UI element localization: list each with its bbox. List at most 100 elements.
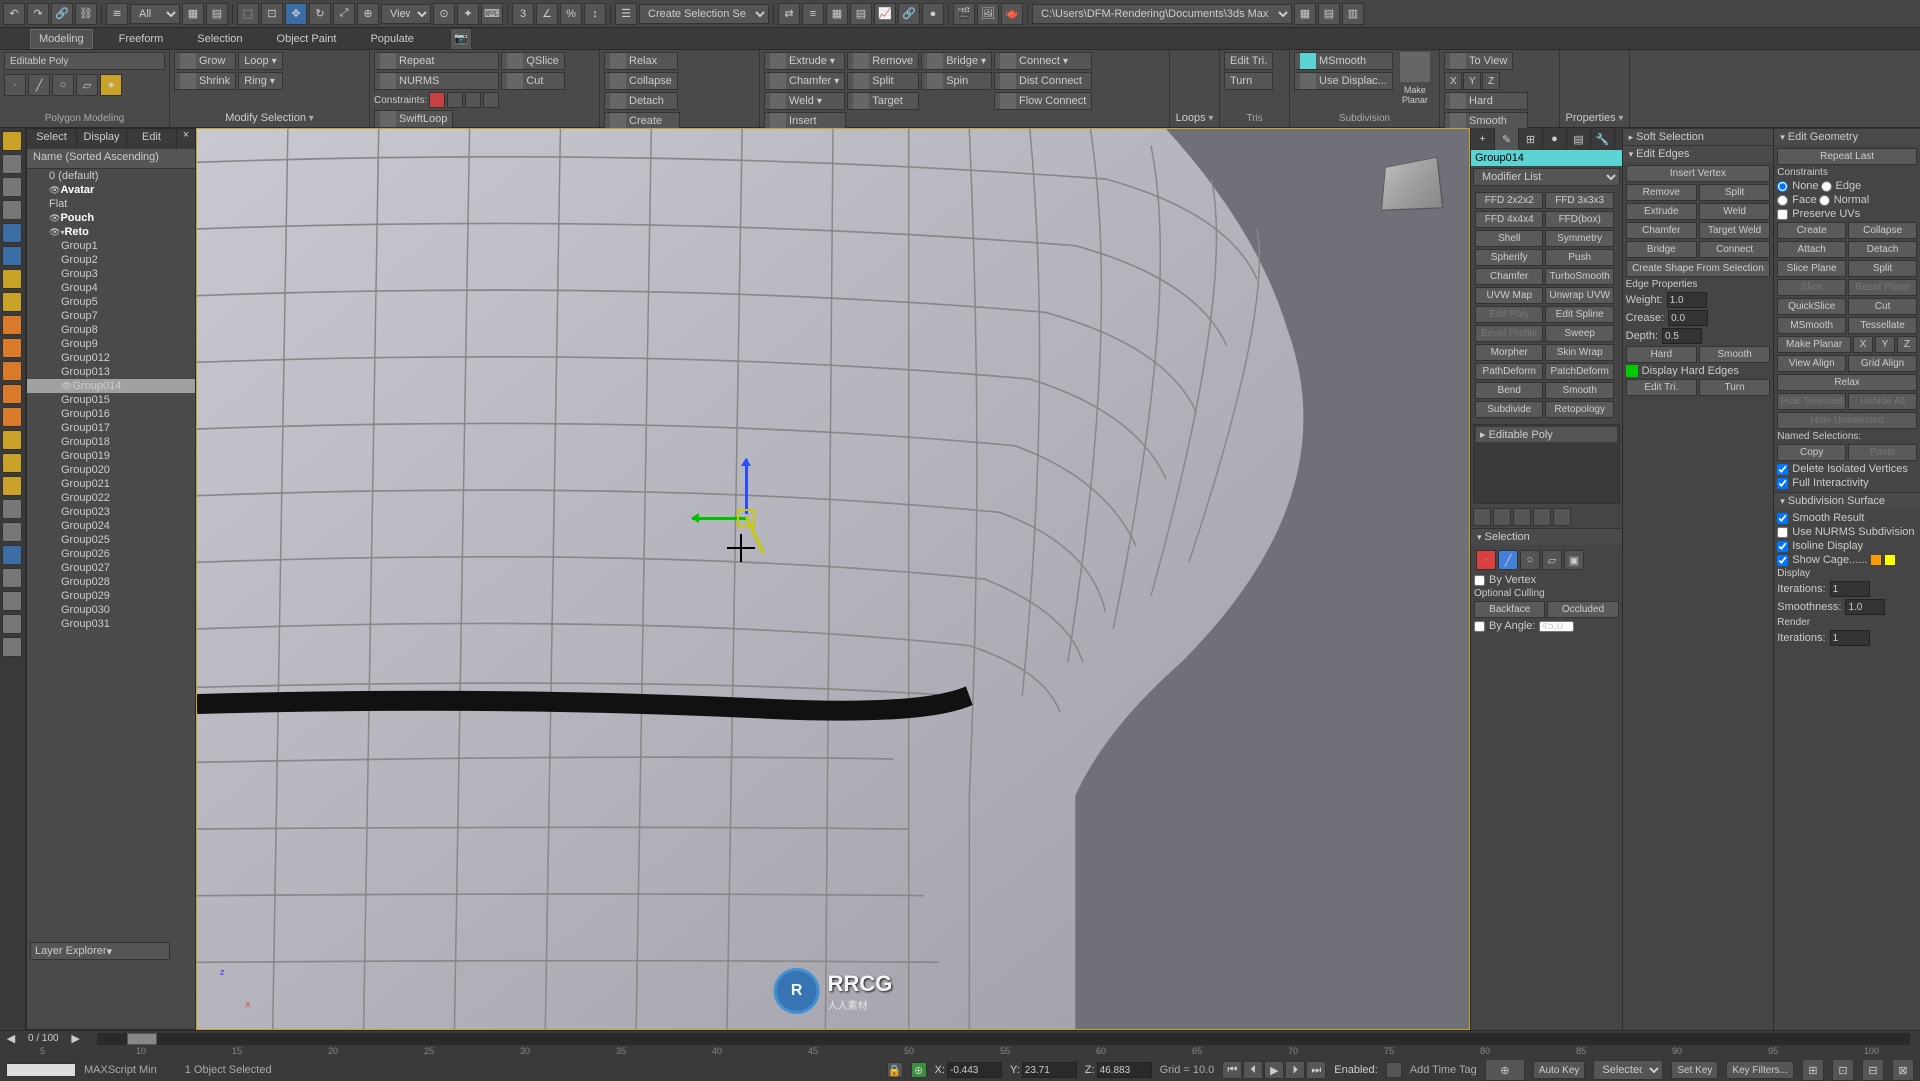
side-icon[interactable] [2,131,22,151]
chamfer-button[interactable]: Chamfer ▾ [764,72,845,90]
modifier-button[interactable]: Shell [1475,230,1543,247]
collapse-button[interactable]: Collapse [604,72,678,90]
constraint-face[interactable] [465,92,481,108]
scene-explorer-button[interactable]: ▦ [1294,3,1316,25]
tree-item[interactable]: Group9 [27,337,195,351]
side-icon[interactable] [2,223,22,243]
element-mode-button[interactable]: ● [100,74,122,96]
msmooth-button[interactable]: MSmooth [1294,52,1393,70]
ee-remove-button[interactable]: Remove [1626,184,1697,201]
modifier-button[interactable]: Edit Poly [1475,306,1543,323]
align-z-button[interactable]: Z [1482,72,1500,90]
tree-item[interactable]: Group027 [27,561,195,575]
tree-item[interactable]: Group020 [27,463,195,477]
modifier-button[interactable]: FFD(box) [1545,211,1613,228]
sel-element-button[interactable]: ▣ [1564,550,1584,570]
repeat-button[interactable]: Repeat [374,52,499,70]
flowconnect-button[interactable]: Flow Connect [994,92,1092,110]
tree-item[interactable]: Group7 [27,309,195,323]
vertex-mode-button[interactable]: · [4,74,26,96]
toggle-ribbon-button[interactable]: ▤ [850,3,872,25]
tree-item[interactable]: Group017 [27,421,195,435]
insert-vertex-button[interactable]: Insert Vertex [1626,165,1771,182]
render-setup-button[interactable]: 🎬 [953,3,975,25]
depth-input[interactable] [1662,328,1702,344]
scene-tree[interactable]: 0 (default)👁AvatarFlat👁Pouch👁▾RetoGroup1… [27,169,195,1029]
se-header[interactable]: Name (Sorted Ascending) [27,149,195,169]
ee-bridge-button[interactable]: Bridge [1626,241,1697,258]
modifier-button[interactable]: Bend [1475,382,1543,399]
filter-dropdown[interactable]: All [130,4,180,24]
modifier-button[interactable]: FFD 4x4x4 [1475,211,1543,228]
window-crossing-button[interactable]: ⊡ [261,3,283,25]
iter-input[interactable] [1830,581,1870,597]
side-icon[interactable] [2,591,22,611]
tree-item[interactable]: Group022 [27,491,195,505]
editnamed-button[interactable]: ☰ [615,3,637,25]
motion-tab[interactable]: ● [1543,128,1567,150]
eg-quickslice-button[interactable]: QuickSlice [1777,298,1846,315]
eg-tessellate-button[interactable]: Tessellate [1848,317,1917,334]
subdivsurf-rollout[interactable]: Subdivision Surface [1774,493,1920,509]
crease-input[interactable] [1668,310,1708,326]
placement-button[interactable]: ⊕ [357,3,379,25]
editedges-rollout[interactable]: Edit Edges [1623,146,1774,162]
modifier-button[interactable]: FFD 3x3x3 [1545,192,1613,209]
pivot-button[interactable]: ⊙ [433,3,455,25]
tree-item[interactable]: 👁Group014 [27,379,195,393]
keyfilters-button[interactable]: Key Filters... [1726,1061,1794,1079]
spinner-snap-button[interactable]: ↕ [584,3,606,25]
ee-targetweld-button[interactable]: Target Weld [1699,222,1770,239]
side-icon[interactable] [2,361,22,381]
turn-button[interactable]: Turn [1224,72,1273,90]
usenurms-check[interactable]: Use NURMS Subdivision [1777,526,1917,538]
ee-edittri-button[interactable]: Edit Tri. [1626,379,1697,396]
displayhard-check[interactable]: Display Hard Edges [1626,365,1771,377]
modifier-button[interactable]: Edit Spline [1545,306,1613,323]
align-y-button[interactable]: Y [1463,72,1481,90]
constraint-normal[interactable] [483,92,499,108]
ee-smooth-button[interactable]: Smooth [1699,346,1770,363]
bridge-button[interactable]: Bridge ▾ [921,52,992,70]
side-icon[interactable] [2,177,22,197]
ribbon-toggle-icon[interactable]: 📷 [450,28,472,50]
rect-select-button[interactable]: ⬚ [237,3,259,25]
polygon-mode-button[interactable]: ▱ [76,74,98,96]
link-button[interactable]: 🔗 [51,3,73,25]
side-icon[interactable] [2,200,22,220]
eg-gridalign-button[interactable]: Grid Align [1848,355,1917,372]
tree-item[interactable]: 👁Avatar [27,183,195,197]
side-icon[interactable] [2,499,22,519]
eg-viewalign-button[interactable]: View Align [1777,355,1846,372]
named-selection-dropdown[interactable]: Create Selection Se [639,4,769,24]
usedisplac-button[interactable]: Use Displac... [1294,72,1393,90]
ee-turn-button[interactable]: Turn [1699,379,1770,396]
side-icon[interactable] [2,292,22,312]
qslice-button[interactable]: QSlice [501,52,564,70]
tree-item[interactable]: Group018 [27,435,195,449]
tree-item[interactable]: Group3 [27,267,195,281]
tree-item[interactable]: Group013 [27,365,195,379]
z-input[interactable] [1097,1062,1152,1078]
eg-slice-button[interactable]: Slice [1777,279,1846,296]
angle-input[interactable] [1539,621,1574,632]
maxscript-input[interactable] [6,1063,76,1077]
tree-item[interactable]: Group015 [27,393,195,407]
se-close-button[interactable]: × [177,129,195,149]
side-icon[interactable] [2,522,22,542]
createshape-button[interactable]: Create Shape From Selection [1626,260,1771,277]
move-button[interactable]: ✥ [285,3,307,25]
modifier-button[interactable]: Retopology [1545,401,1613,418]
modifier-button[interactable]: Spherify [1475,249,1543,266]
border-mode-button[interactable]: ○ [52,74,74,96]
ee-weld-button[interactable]: Weld [1699,203,1770,220]
showcage-check[interactable]: Show Cage...... [1777,554,1917,566]
split-button[interactable]: Split [847,72,919,90]
spin-button[interactable]: Spin [921,72,992,90]
eg-paste-button[interactable]: Paste [1848,444,1917,461]
viewport-nav-1[interactable]: ⊞ [1802,1059,1824,1081]
autokey-button[interactable]: Auto Key [1533,1061,1586,1079]
prev-key-button[interactable]: ◀ [0,1032,22,1045]
weight-input[interactable] [1667,292,1707,308]
side-icon[interactable] [2,154,22,174]
